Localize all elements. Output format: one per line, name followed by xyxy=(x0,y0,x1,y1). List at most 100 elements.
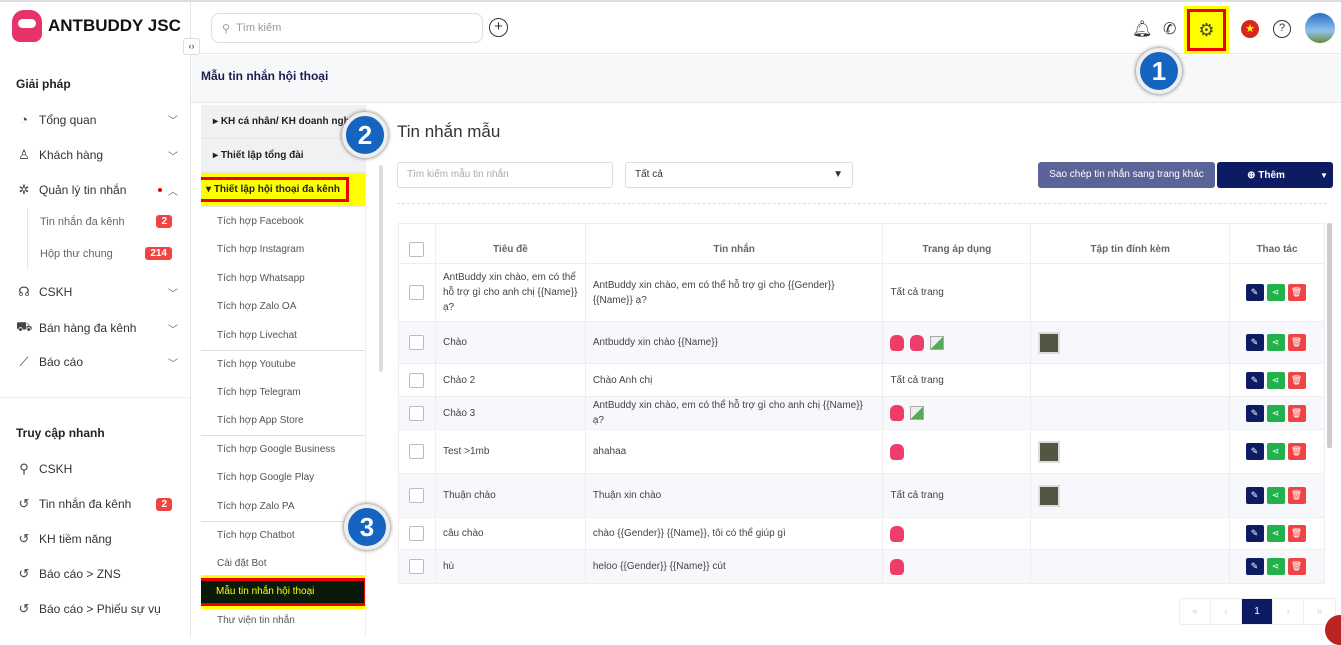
nav-hop-thu-chung[interactable]: Hộp thư chung 214 xyxy=(40,247,172,260)
select-all-checkbox[interactable] xyxy=(409,242,425,257)
template-title: Chào 3 xyxy=(434,396,586,430)
menu-item[interactable]: Tích hợp Instagram xyxy=(201,236,365,265)
add-icon[interactable]: + xyxy=(489,18,508,37)
menu-header-hoi-thoai[interactable]: ▾ Thiết lập hội thoại đa kênh xyxy=(201,173,365,207)
delete-button[interactable]: 🗑︎ xyxy=(1287,487,1306,504)
menu-item[interactable]: Tích hợp Google Play xyxy=(201,464,365,493)
nav-ban-hang[interactable]: ⛟ Bán hàng đa kênh ﹀ xyxy=(16,319,178,337)
delete-button[interactable]: 🗑︎ xyxy=(1287,334,1306,351)
copy-templates-button[interactable]: Sao chép tin nhắn sang trang khác xyxy=(1038,162,1215,188)
edit-button[interactable]: ✎ xyxy=(1245,284,1264,301)
share-button[interactable]: ⋖ xyxy=(1266,558,1285,575)
nav-quan-ly-tin-nhan[interactable]: ✲ Quản lý tin nhắn ︿ xyxy=(16,182,178,198)
row-checkbox[interactable] xyxy=(409,444,425,459)
nav-bao-cao[interactable]: ⟋ Báo cáo ﹀ xyxy=(16,354,178,370)
table-row: câu chào chào {{Gender}} {{Name}}, tôi c… xyxy=(398,517,1325,550)
share-button[interactable]: ⋖ xyxy=(1266,371,1285,389)
menu-header-kh[interactable]: ▸ KH cá nhân/ KH doanh nghiệp xyxy=(201,105,365,139)
edit-button[interactable]: ✎ xyxy=(1245,404,1264,422)
edit-button[interactable]: ✎ xyxy=(1245,525,1264,542)
menu-item[interactable]: Thư viện tin nhắn xyxy=(201,606,365,635)
delete-button[interactable]: 🗑︎ xyxy=(1287,284,1306,301)
delete-button[interactable]: 🗑︎ xyxy=(1287,525,1306,542)
menu-item[interactable]: Tích hợp Chatbot xyxy=(201,520,365,550)
delete-button[interactable]: 🗑︎ xyxy=(1287,558,1306,575)
history-icon: ↺ xyxy=(18,601,30,616)
settings-button[interactable]: ⚙ xyxy=(1184,6,1229,54)
template-message: heloo {{Gender}} {{Name}} cút xyxy=(584,549,884,584)
page-filter-select[interactable]: Tất cả ▼ xyxy=(625,162,853,188)
quick-cskh[interactable]: ⚲ CSKH xyxy=(16,461,178,477)
menu-header-tong-dai[interactable]: ▸ Thiết lập tổng đài xyxy=(201,139,365,173)
nav-tin-nhan-da-kenh[interactable]: Tin nhắn đa kênh 2 xyxy=(40,215,172,228)
dropdown-caret-icon[interactable]: ▼ xyxy=(1315,171,1333,180)
global-search-input[interactable]: ⚲ Tìm kiếm xyxy=(211,13,483,43)
row-checkbox[interactable] xyxy=(409,335,425,350)
nav-cskh[interactable]: ☊ CSKH ﹀ xyxy=(16,284,178,300)
edit-button[interactable]: ✎ xyxy=(1245,558,1264,575)
help-icon[interactable]: ? xyxy=(1273,20,1291,38)
vietnam-flag-icon[interactable]: ★ xyxy=(1241,20,1259,38)
row-checkbox[interactable] xyxy=(409,488,425,503)
add-button[interactable]: ⊕ Thêm ▼ xyxy=(1217,162,1333,188)
row-checkbox[interactable] xyxy=(409,559,425,574)
share-button[interactable]: ⋖ xyxy=(1266,404,1285,422)
attachment-thumbnail[interactable] xyxy=(1038,440,1061,463)
message-gear-icon: ✲ xyxy=(18,182,30,197)
menu-item[interactable]: Tích hợp Telegram xyxy=(201,378,365,407)
table-scrollbar[interactable] xyxy=(1327,223,1332,448)
history-icon: ↺ xyxy=(18,566,30,581)
quick-bao-cao-phieu[interactable]: ↺ Báo cáo > Phiếu sự vụ xyxy=(16,601,178,617)
menu-item[interactable]: Cài đặt Bot xyxy=(201,549,365,578)
page-1-button[interactable]: 1 xyxy=(1242,599,1273,624)
logo[interactable]: ANTBUDDY JSC xyxy=(12,10,181,42)
collapse-sidebar-button[interactable]: ‹› xyxy=(183,38,200,55)
plus-circle-icon: ⊕ xyxy=(1247,169,1256,181)
share-button[interactable]: ⋖ xyxy=(1266,525,1285,542)
edit-button[interactable]: ✎ xyxy=(1245,334,1264,351)
prev-page-button[interactable]: ‹ xyxy=(1211,599,1242,624)
nav-khach-hang[interactable]: ♙ Khách hàng ﹀ xyxy=(16,147,178,163)
menu-item[interactable]: Tích hợp Youtube xyxy=(201,349,365,379)
edit-button[interactable]: ✎ xyxy=(1245,443,1264,460)
next-page-button[interactable]: › xyxy=(1273,599,1304,624)
menu-item[interactable]: Tích hợp Whatsapp xyxy=(201,264,365,293)
attachment-thumbnail[interactable] xyxy=(1038,331,1061,354)
row-checkbox[interactable] xyxy=(409,526,425,541)
menu-item[interactable]: Tích hợp App Store xyxy=(201,407,365,436)
template-message: chào {{Gender}} {{Name}}, tôi có thể giú… xyxy=(584,517,884,550)
share-button[interactable]: ⋖ xyxy=(1266,284,1285,301)
row-checkbox[interactable] xyxy=(409,405,425,421)
share-button[interactable]: ⋖ xyxy=(1266,487,1285,504)
delete-button[interactable]: 🗑︎ xyxy=(1287,371,1306,389)
quick-bao-cao-zns[interactable]: ↺ Báo cáo > ZNS xyxy=(16,566,178,582)
nav-label: CSKH xyxy=(39,462,73,476)
quick-kh-tiem-nang[interactable]: ↺ KH tiềm năng xyxy=(16,531,178,547)
broken-image-icon xyxy=(930,335,945,350)
share-button[interactable]: ⋖ xyxy=(1266,443,1285,460)
bell-icon[interactable]: 🔔︎ xyxy=(1132,19,1152,39)
first-page-button[interactable]: « xyxy=(1180,599,1211,624)
quick-tin-nhan[interactable]: ↺ Tin nhắn đa kênh 2 xyxy=(16,496,178,512)
count-badge: 2 xyxy=(156,497,172,511)
delete-button[interactable]: 🗑︎ xyxy=(1287,404,1306,422)
row-checkbox[interactable] xyxy=(409,372,425,388)
attachment-thumbnail[interactable] xyxy=(1038,484,1061,507)
avatar[interactable] xyxy=(1305,13,1335,43)
menu-item[interactable]: Tích hợp Zalo OA xyxy=(201,293,365,322)
template-message: Chào Anh chị xyxy=(584,363,884,397)
edit-button[interactable]: ✎ xyxy=(1245,371,1264,389)
phone-icon[interactable]: ✆ xyxy=(1163,19,1176,39)
menu-item[interactable]: Tích hợp Google Business xyxy=(201,435,365,464)
template-search-input[interactable]: Tìm kiếm mẫu tin nhắn xyxy=(397,162,613,188)
row-checkbox[interactable] xyxy=(409,285,425,300)
nav-tong-quan[interactable]: ◔ Tổng quan ﹀ xyxy=(16,112,178,127)
share-button[interactable]: ⋖ xyxy=(1266,334,1285,351)
edit-button[interactable]: ✎ xyxy=(1245,487,1264,504)
menu-item[interactable]: Tích hợp Zalo PA xyxy=(201,492,365,521)
table-row: Thuận chào Thuận xin chào Tất cả trang ✎… xyxy=(398,473,1325,518)
menu-item[interactable]: Mẫu tin nhắn hội thoại xyxy=(201,574,365,609)
delete-button[interactable]: 🗑︎ xyxy=(1287,443,1306,460)
menu-item[interactable]: Tích hợp Livechat xyxy=(201,321,365,350)
menu-item[interactable]: Tích hợp Facebook xyxy=(201,207,365,236)
